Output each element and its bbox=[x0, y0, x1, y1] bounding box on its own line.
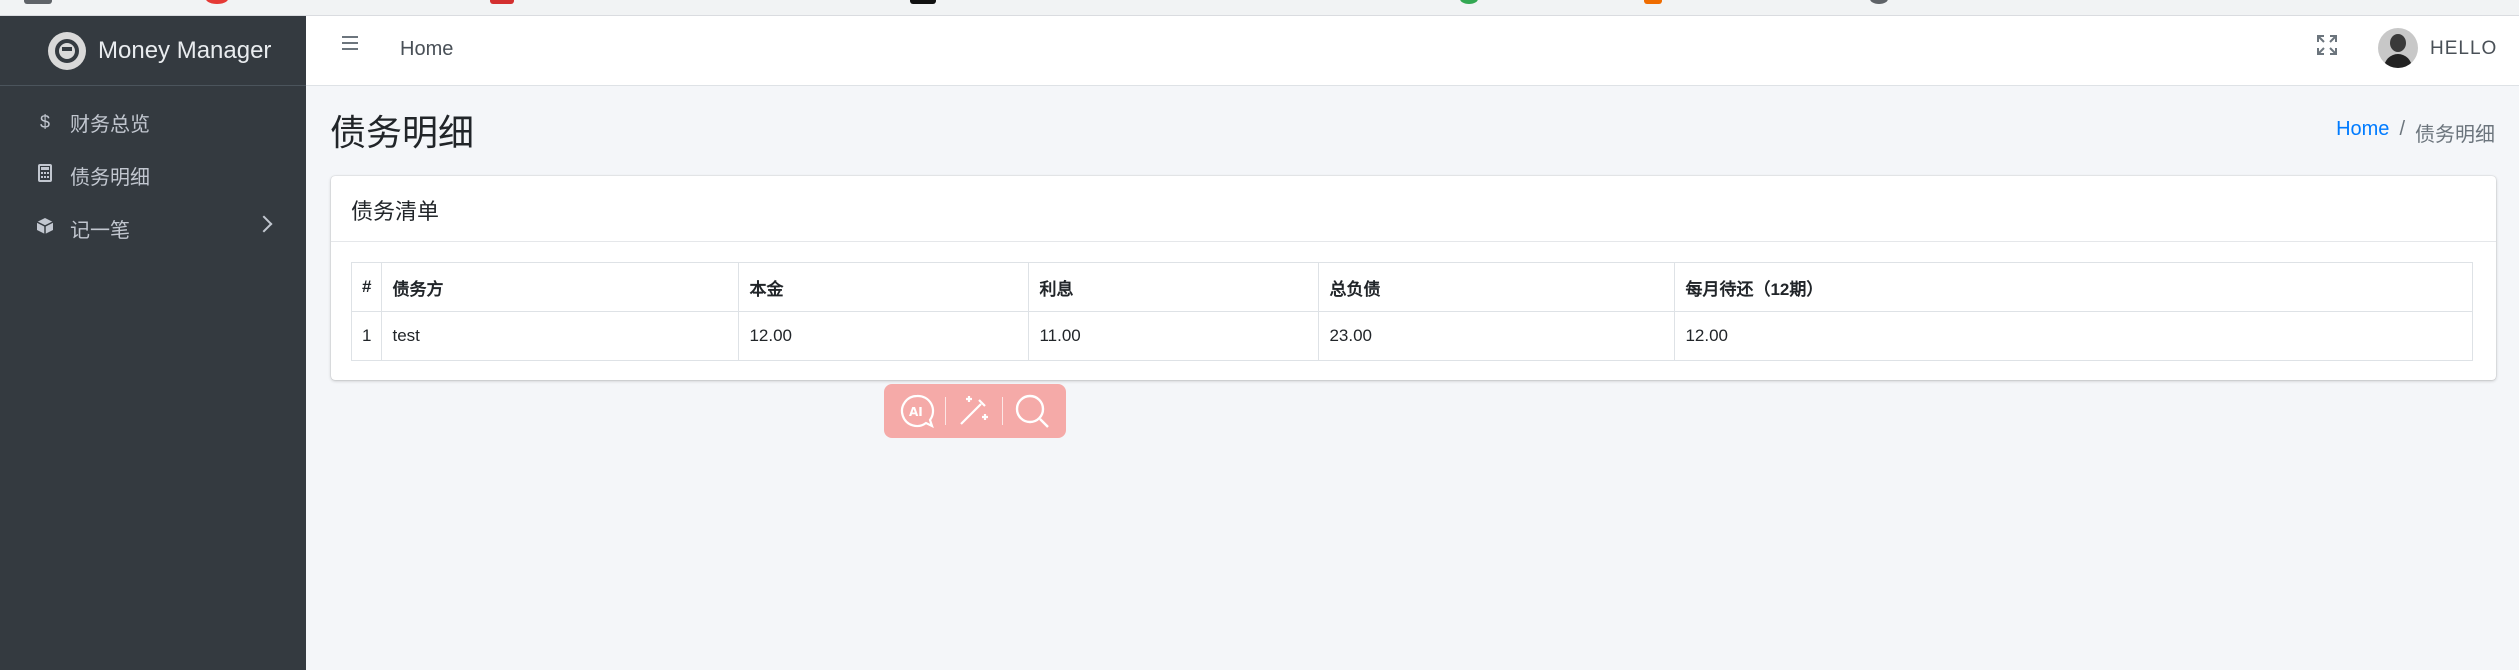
floating-toolbar: AI bbox=[884, 384, 1066, 438]
breadcrumb-current: 债务明细 bbox=[2415, 124, 2495, 146]
cell-index: 1 bbox=[350, 311, 383, 361]
chevron-right-icon bbox=[255, 215, 273, 233]
column-header-index: # bbox=[350, 262, 383, 312]
calculator-icon bbox=[34, 164, 56, 187]
breadcrumb-separator: / bbox=[2399, 118, 2405, 140]
sidebar-item-label: 财务总览 bbox=[70, 114, 150, 136]
toolbar-divider bbox=[1001, 397, 1003, 425]
debt-table: # 债务方 本金 利息 总负债 每月待还（12期） 1 test 12.00 1… bbox=[350, 262, 2473, 361]
bookmark-fragment[interactable] bbox=[1870, 0, 1888, 4]
breadcrumb-home-link[interactable]: Home bbox=[2336, 118, 2389, 147]
bookmarks-bar bbox=[0, 0, 2519, 16]
table-row: 1 test 12.00 11.00 23.00 12.00 bbox=[350, 311, 2473, 361]
column-header-interest: 利息 bbox=[1028, 262, 1320, 312]
bookmark-fragment[interactable] bbox=[910, 0, 936, 4]
table-header-row: # 债务方 本金 利息 总负债 每月待还（12期） bbox=[350, 262, 2473, 312]
menu-toggle-icon[interactable] bbox=[342, 36, 358, 50]
card-title: 债务清单 bbox=[331, 176, 2496, 242]
magic-wand-icon[interactable] bbox=[955, 392, 993, 430]
bookmark-fragment[interactable] bbox=[490, 0, 514, 4]
nav-home-link[interactable]: Home bbox=[400, 38, 453, 61]
bookmark-fragment[interactable] bbox=[206, 0, 228, 4]
page-title: 债务明细 bbox=[330, 112, 475, 153]
column-header-monthly-payment: 每月待还（12期） bbox=[1674, 262, 2473, 312]
dollar-icon: $ bbox=[39, 112, 50, 132]
toolbar-divider bbox=[945, 397, 947, 425]
svg-text:AI: AI bbox=[909, 405, 923, 419]
sidebar-item-label: 债务明细 bbox=[70, 167, 150, 189]
sidebar-item-record[interactable]: 记一笔 bbox=[0, 202, 306, 255]
ai-chat-icon[interactable]: AI bbox=[898, 392, 936, 430]
bookmark-fragment[interactable] bbox=[1460, 0, 1478, 4]
cell-total-debt: 23.00 bbox=[1318, 311, 1676, 361]
brand-name: Money Manager bbox=[98, 36, 272, 64]
sidebar-item-label: 记一笔 bbox=[70, 220, 130, 242]
brand-link[interactable]: Money Manager bbox=[0, 16, 306, 86]
bookmark-fragment[interactable] bbox=[1644, 0, 1662, 4]
cell-principal: 12.00 bbox=[738, 311, 1030, 361]
card-body: # 债务方 本金 利息 总负债 每月待还（12期） 1 test 12.00 1… bbox=[331, 242, 2496, 381]
sidebar-item-debt-details[interactable]: 债务明细 bbox=[0, 149, 306, 202]
search-icon[interactable] bbox=[1012, 391, 1052, 431]
bookmark-fragment[interactable] bbox=[24, 0, 52, 4]
cell-interest: 11.00 bbox=[1028, 311, 1320, 361]
user-avatar[interactable] bbox=[2378, 28, 2418, 68]
brand-logo-icon bbox=[48, 31, 86, 70]
fullscreen-icon[interactable] bbox=[2316, 34, 2338, 56]
user-greeting[interactable]: HELLO bbox=[2430, 38, 2497, 60]
cube-icon bbox=[34, 217, 56, 240]
debt-list-card: 债务清单 # 债务方 本金 利息 总负债 每月待还（12期） 1 test 12… bbox=[331, 176, 2496, 380]
top-navbar: Home HELLO bbox=[306, 16, 2519, 86]
column-header-creditor: 债务方 bbox=[381, 262, 740, 312]
sidebar-nav: $ 财务总览 债务明细 记一笔 bbox=[0, 86, 306, 255]
breadcrumb: Home / 债务明细 bbox=[2336, 118, 2495, 147]
column-header-total-debt: 总负债 bbox=[1318, 262, 1676, 312]
column-header-principal: 本金 bbox=[738, 262, 1030, 312]
cell-monthly-payment: 12.00 bbox=[1674, 311, 2473, 361]
sidebar-item-overview[interactable]: $ 财务总览 bbox=[0, 96, 306, 149]
cell-creditor: test bbox=[381, 311, 740, 361]
sidebar: Money Manager $ 财务总览 债务明细 记一笔 bbox=[0, 16, 306, 670]
